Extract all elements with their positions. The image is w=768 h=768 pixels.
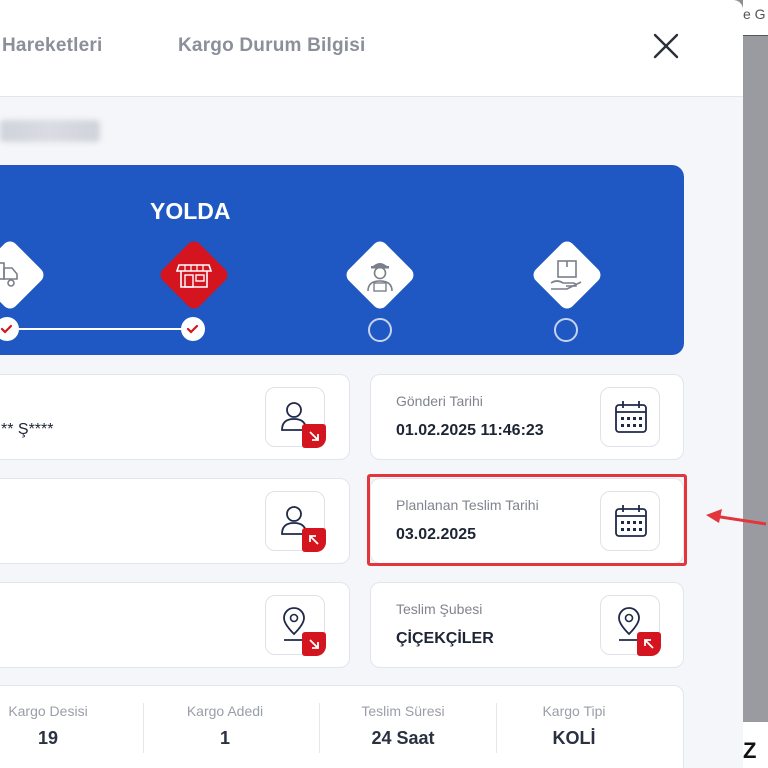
stat-volume-label: Kargo Desisi bbox=[8, 703, 88, 719]
sender-info-button[interactable] bbox=[265, 387, 326, 448]
backdrop-header-text: e G bbox=[743, 0, 768, 36]
backdrop-footer-text: Z bbox=[743, 722, 768, 768]
sender-name: ** Ş**** bbox=[1, 421, 54, 438]
store-icon bbox=[175, 264, 213, 288]
stat-type-label: Kargo Tipi bbox=[542, 703, 606, 719]
receiver-info-button[interactable] bbox=[265, 491, 326, 552]
calendar-icon bbox=[615, 401, 647, 433]
modal-header: Hareketleri Kargo Durum Bilgisi bbox=[0, 0, 743, 97]
progress-line bbox=[0, 328, 192, 330]
arrow-up-left-icon bbox=[644, 639, 654, 649]
step-dot-3 bbox=[368, 318, 392, 342]
check-icon bbox=[186, 324, 199, 334]
origin-location-button[interactable] bbox=[265, 595, 326, 656]
tab-movements[interactable]: Hareketleri bbox=[2, 35, 102, 57]
sender-card: ** Ş**** bbox=[0, 374, 350, 460]
delivery-branch-value: ÇİÇEKÇİLER bbox=[396, 630, 494, 647]
shipment-date-card: Gönderi Tarihi 01.02.2025 11:46:23 bbox=[370, 374, 684, 460]
delivery-branch-card: Teslim Şubesi ÇİÇEKÇİLER bbox=[370, 582, 684, 668]
shipment-modal: Hareketleri Kargo Durum Bilgisi YOLDA **… bbox=[0, 0, 743, 768]
arrow-down-right-icon bbox=[309, 431, 319, 441]
tab-cargo-status[interactable]: Kargo Durum Bilgisi bbox=[178, 35, 365, 57]
truck-icon bbox=[0, 262, 18, 287]
package-hand-icon bbox=[550, 260, 582, 290]
highlight-box bbox=[367, 474, 687, 566]
courier-icon bbox=[367, 263, 393, 292]
step-dot-4 bbox=[554, 318, 578, 342]
receiver-card bbox=[0, 478, 350, 564]
incoming-arrow-badge bbox=[637, 632, 661, 656]
delivery-branch-label: Teslim Şubesi bbox=[396, 601, 483, 617]
status-title: YOLDA bbox=[150, 198, 231, 224]
stat-type: Kargo Tipi KOLİ bbox=[494, 703, 654, 749]
outgoing-arrow-badge bbox=[302, 632, 326, 656]
shipment-date-button[interactable] bbox=[600, 387, 660, 447]
stat-count: Kargo Adedi 1 bbox=[145, 703, 305, 749]
arrow-down-right-icon bbox=[309, 639, 319, 649]
shipment-date-value: 01.02.2025 11:46:23 bbox=[396, 422, 544, 439]
stat-divider bbox=[143, 703, 144, 753]
annotation-arrow-icon bbox=[706, 509, 767, 526]
stat-volume: Kargo Desisi 19 bbox=[0, 703, 128, 749]
delivery-branch-location-button[interactable] bbox=[600, 595, 661, 656]
stat-type-value: KOLİ bbox=[552, 728, 596, 748]
origin-branch-card bbox=[0, 582, 350, 668]
stat-divider bbox=[319, 703, 320, 753]
step-dot-1 bbox=[0, 317, 19, 341]
close-icon[interactable] bbox=[650, 30, 682, 62]
incoming-arrow-badge bbox=[302, 528, 326, 552]
stat-volume-value: 19 bbox=[37, 728, 59, 748]
outgoing-arrow-badge bbox=[302, 424, 326, 448]
stat-duration: Teslim Süresi 24 Saat bbox=[323, 703, 483, 749]
check-icon bbox=[0, 324, 13, 334]
shipment-date-label: Gönderi Tarihi bbox=[396, 393, 483, 409]
step-dot-2 bbox=[181, 317, 205, 341]
blurred-tracking-number bbox=[0, 120, 100, 142]
arrow-up-left-icon bbox=[309, 535, 319, 545]
stat-duration-label: Teslim Süresi bbox=[361, 703, 445, 719]
page-backdrop bbox=[743, 0, 768, 768]
stat-count-label: Kargo Adedi bbox=[186, 703, 264, 719]
stat-count-value: 1 bbox=[219, 728, 230, 748]
stat-duration-value: 24 Saat bbox=[371, 728, 435, 748]
